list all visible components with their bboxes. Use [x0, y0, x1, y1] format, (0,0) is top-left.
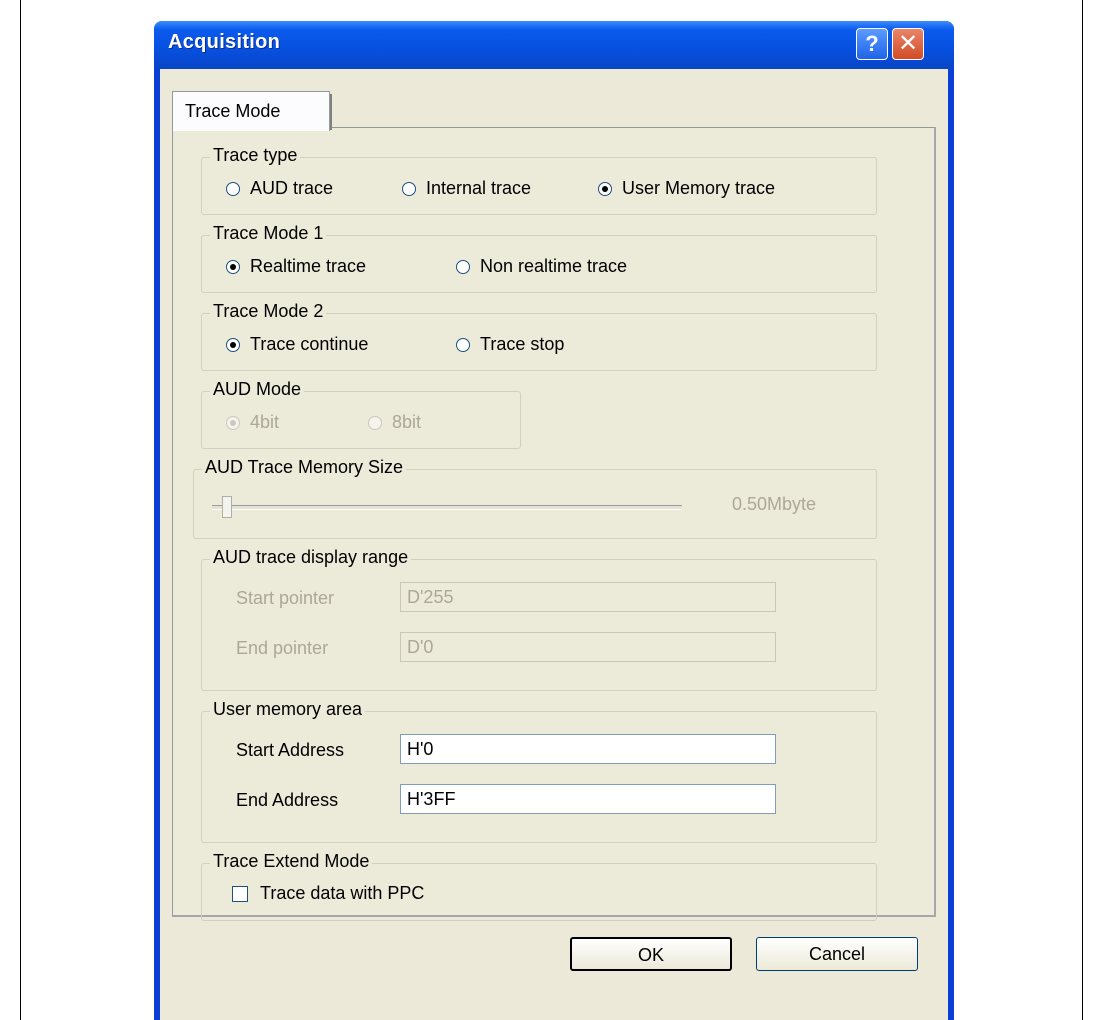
acquisition-dialog: Acquisition ? ✕ Trace Mode Trace type AU… — [154, 21, 954, 1020]
trace-mode-2-group: Trace Mode 2 Trace continue Trace stop — [201, 301, 877, 371]
8bit-radio-label: 8bit — [392, 412, 422, 432]
window-title: Acquisition — [168, 31, 281, 53]
trace-stop-radio[interactable]: Trace stop — [456, 334, 564, 355]
title-bar[interactable]: Acquisition ? ✕ — [154, 21, 954, 69]
4bit-radio[interactable]: 4bit — [226, 412, 279, 433]
page-frame-right — [1082, 0, 1083, 1020]
user-memory-trace-radio[interactable]: User Memory trace — [598, 178, 775, 199]
aud-trace-radio-dot — [226, 181, 240, 196]
start-pointer-label: Start pointer — [236, 588, 335, 608]
tab-trace-mode-label: Trace Mode — [185, 101, 281, 121]
memory-size-value: 0.50Mbyte — [732, 494, 817, 514]
trace-type-group: Trace type AUD trace Internal trace User… — [201, 145, 877, 215]
internal-trace-radio-dot — [402, 181, 416, 196]
memory-size-slider-track — [212, 505, 682, 510]
user-memory-area-legend: User memory area — [210, 699, 366, 720]
trace-continue-radio-label: Trace continue — [250, 334, 369, 354]
tab-trace-mode[interactable]: Trace Mode — [172, 91, 332, 131]
end-pointer-label: End pointer — [236, 638, 329, 658]
trace-stop-radio-label: Trace stop — [480, 334, 565, 354]
non-realtime-trace-radio-dot — [456, 259, 470, 274]
help-button[interactable]: ? — [856, 28, 888, 60]
realtime-trace-radio-dot — [226, 259, 240, 274]
internal-trace-radio-label: Internal trace — [426, 178, 532, 198]
aud-trace-memory-size-group: AUD Trace Memory Size 0.50Mbyte — [193, 457, 877, 539]
user-memory-trace-radio-dot — [598, 181, 612, 196]
trace-mode-1-group: Trace Mode 1 Realtime trace Non realtime… — [201, 223, 877, 293]
trace-data-with-ppc-label: Trace data with PPC — [260, 883, 425, 903]
end-pointer-field[interactable] — [400, 632, 776, 662]
8bit-radio[interactable]: 8bit — [368, 412, 421, 433]
aud-trace-display-range-group: AUD trace display range Start pointer En… — [201, 547, 877, 691]
dialog-client-area: Trace Mode Trace type AUD trace Internal… — [160, 69, 948, 1020]
trace-data-with-ppc-checkbox-box — [232, 885, 248, 902]
aud-trace-memory-size-legend: AUD Trace Memory Size — [202, 457, 407, 478]
cancel-button[interactable]: Cancel — [756, 937, 918, 971]
trace-stop-radio-dot — [456, 337, 470, 352]
4bit-radio-dot — [226, 415, 240, 430]
internal-trace-radio[interactable]: Internal trace — [402, 178, 531, 199]
aud-mode-legend: AUD Mode — [210, 379, 305, 400]
8bit-radio-dot — [368, 415, 382, 430]
trace-type-legend: Trace type — [210, 145, 301, 166]
end-address-label: End Address — [236, 790, 339, 810]
trace-extend-mode-legend: Trace Extend Mode — [210, 851, 373, 872]
start-pointer-field[interactable] — [400, 582, 776, 612]
4bit-radio-label: 4bit — [250, 412, 280, 432]
user-memory-area-group: User memory area Start Address End Addre… — [201, 699, 877, 843]
trace-continue-radio-dot — [226, 337, 240, 352]
close-icon: ✕ — [897, 30, 919, 57]
memory-size-slider-thumb[interactable] — [222, 496, 232, 518]
non-realtime-trace-radio-label: Non realtime trace — [480, 256, 628, 276]
trace-mode-panel: Trace type AUD trace Internal trace User… — [172, 127, 936, 921]
ok-button[interactable]: OK — [570, 937, 732, 971]
trace-mode-1-legend: Trace Mode 1 — [210, 223, 327, 244]
user-memory-trace-radio-label: User Memory trace — [622, 178, 776, 198]
close-button[interactable]: ✕ — [892, 28, 924, 60]
aud-trace-radio-label: AUD trace — [250, 178, 334, 198]
trace-extend-mode-group: Trace Extend Mode Trace data with PPC — [201, 851, 877, 921]
start-address-field[interactable] — [400, 734, 776, 764]
help-icon: ? — [865, 31, 879, 56]
realtime-trace-radio[interactable]: Realtime trace — [226, 256, 366, 277]
trace-continue-radio[interactable]: Trace continue — [226, 334, 368, 355]
aud-trace-display-range-legend: AUD trace display range — [210, 547, 412, 568]
realtime-trace-radio-label: Realtime trace — [250, 256, 367, 276]
end-address-field[interactable] — [400, 784, 776, 814]
trace-mode-2-legend: Trace Mode 2 — [210, 301, 327, 322]
trace-data-with-ppc-checkbox[interactable]: Trace data with PPC — [232, 883, 424, 904]
aud-mode-group: AUD Mode 4bit 8bit — [201, 379, 521, 449]
non-realtime-trace-radio[interactable]: Non realtime trace — [456, 256, 627, 277]
aud-trace-radio[interactable]: AUD trace — [226, 178, 333, 199]
page-frame-left — [20, 0, 21, 1020]
start-address-label: Start Address — [236, 740, 345, 760]
